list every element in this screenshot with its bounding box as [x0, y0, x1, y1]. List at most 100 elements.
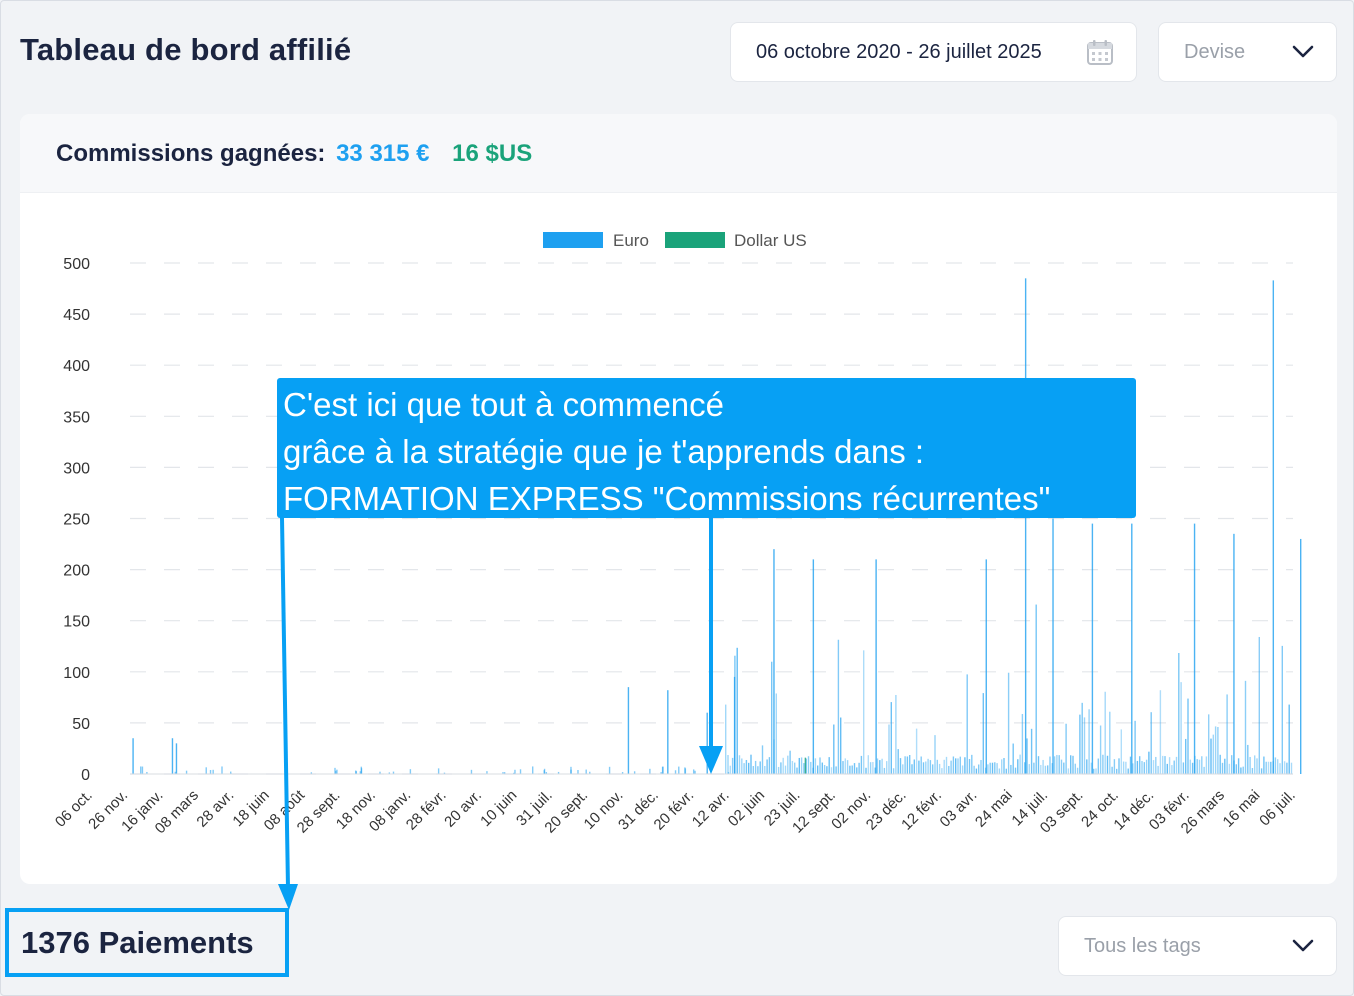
bar-euro [1125, 761, 1127, 774]
x-tick-label: 10 juin [477, 787, 520, 830]
bar-euro [409, 769, 412, 774]
calendar-icon [1086, 38, 1114, 66]
bar-euro [1030, 728, 1033, 774]
y-tick-label: 50 [72, 716, 90, 733]
bar-euro [1263, 756, 1265, 774]
bar-euro [1026, 738, 1028, 774]
bar-euro [209, 769, 212, 774]
bar-euro [1196, 759, 1198, 774]
bar-euro [800, 757, 803, 774]
bar-euro [1173, 760, 1175, 774]
bar-euro [780, 762, 782, 774]
bar-euro [1212, 734, 1214, 774]
bar-euro [929, 760, 932, 774]
bar-euro [872, 762, 874, 774]
bar-euro [867, 755, 869, 774]
bar-euro [1182, 762, 1185, 774]
bar-euro [777, 766, 780, 774]
bar-euro [1162, 755, 1164, 774]
bar-euro [858, 762, 860, 774]
legend-label-euro: Euro [613, 231, 649, 250]
bar-euro [1079, 714, 1081, 774]
bar-euro [1141, 760, 1143, 774]
chevron-down-icon [1292, 939, 1314, 952]
date-range-picker[interactable]: 06 octobre 2020 - 26 juillet 2025 [730, 22, 1137, 82]
y-tick-label: 450 [63, 307, 90, 324]
bar-euro [959, 756, 961, 774]
bar-euro [1240, 767, 1242, 774]
bar-euro [1203, 766, 1205, 774]
bar-euro [1217, 727, 1219, 774]
bar-euro [725, 704, 727, 774]
x-tick-label: 16 mai [1220, 787, 1264, 831]
bar-euro [987, 764, 989, 774]
annotation-callout: C'est ici que tout à commencé grâce à la… [277, 378, 1136, 518]
bar-euro [1150, 712, 1152, 774]
bar-euro [754, 760, 757, 774]
bar-euro [817, 765, 819, 774]
bar-euro [768, 757, 771, 774]
bar-euro [1201, 756, 1203, 774]
bar-euro [775, 693, 777, 774]
bar-euro [1228, 763, 1231, 774]
bar-euro [1290, 762, 1293, 774]
bar-euro [766, 759, 768, 774]
bar-euro [1247, 744, 1249, 774]
bar-euro [784, 765, 787, 774]
bar-euro [844, 758, 846, 774]
bar-euro [140, 766, 142, 774]
bar-euro [1040, 764, 1042, 774]
bar-euro [212, 769, 214, 774]
bar-euro [1164, 756, 1166, 774]
y-tick-label: 500 [63, 256, 90, 273]
bar-euro [966, 674, 968, 774]
bar-euro [835, 766, 837, 774]
bar-euro [978, 764, 980, 774]
bar-euro [945, 756, 948, 774]
bar-euro [667, 690, 669, 774]
bar-euro [1001, 759, 1003, 774]
bar-euro [1185, 738, 1187, 774]
bar-euro [1019, 754, 1021, 774]
currency-select[interactable]: Devise [1158, 22, 1337, 82]
bar-euro [853, 763, 856, 774]
bar-euro [1056, 754, 1058, 774]
bar-euro [1244, 680, 1247, 774]
bar-euro [1152, 760, 1155, 774]
bar-euro [771, 661, 773, 774]
bar-euro [1042, 759, 1044, 774]
bar-euro [1191, 762, 1194, 774]
bar-euro [1012, 743, 1014, 774]
bar-euro [1166, 763, 1168, 774]
bar-euro [1010, 764, 1012, 774]
bar-euro [1007, 672, 1010, 774]
bar-euro [1214, 726, 1217, 774]
bar-euro [925, 761, 927, 774]
legend-swatch-usd [665, 232, 725, 248]
bar-euro [1279, 763, 1281, 774]
bar-euro [904, 756, 906, 774]
bar-euro [985, 559, 987, 774]
bar-euro [519, 769, 522, 774]
bar-euro [1288, 704, 1290, 774]
bar-euro [899, 758, 902, 774]
bar-euro [1233, 533, 1235, 774]
bar-euro [1277, 759, 1279, 774]
tags-select[interactable]: Tous les tags [1058, 916, 1337, 976]
bar-euro [692, 769, 695, 774]
bar-euro [1072, 755, 1074, 774]
bar-euro [1131, 523, 1133, 774]
bar-euro [909, 755, 911, 774]
bar-euro [1208, 714, 1210, 774]
bar-euro [1099, 725, 1102, 774]
bar-euro [1157, 765, 1159, 774]
bar-euro [819, 757, 821, 774]
bar-euro [1102, 754, 1104, 774]
bar-euro [1226, 694, 1228, 774]
bar-euro [860, 755, 863, 774]
bar-euro [1249, 756, 1251, 774]
bar-euro [807, 756, 810, 774]
bar-euro [1070, 755, 1072, 774]
bar-euro [1035, 604, 1037, 774]
bar-euro [1003, 758, 1005, 774]
